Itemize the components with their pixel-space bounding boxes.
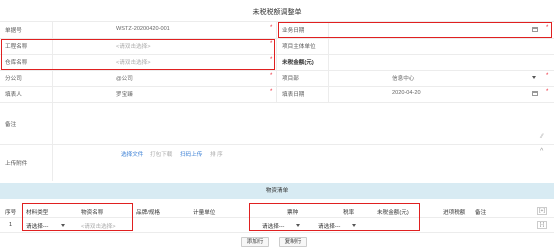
required-mark: * [270, 89, 273, 95]
warehouse-input[interactable]: <请双击选择> [116, 58, 151, 66]
attachment-label: 上传附件 [5, 161, 28, 167]
project-label: 工程名称 [5, 44, 28, 50]
divider [0, 86, 554, 87]
branch-label: 分公司 [5, 76, 22, 82]
required-mark: * [546, 89, 549, 95]
invoice-tax-header: 进项税额 [443, 210, 466, 216]
scan-upload-link[interactable]: 扫码上传 [180, 150, 202, 158]
chevron-down-icon[interactable] [61, 224, 65, 227]
business-date-label: 业务日期 [282, 28, 305, 34]
add-column-button[interactable]: [+] [537, 207, 547, 215]
chevron-down-icon[interactable] [296, 224, 300, 227]
brand-spec-header: 品牌/规格 [136, 210, 160, 216]
unit-header: 计量单位 [193, 210, 216, 216]
project-entity-label: 项目主体单位 [282, 44, 316, 50]
fill-date-label: 填表日期 [282, 92, 305, 98]
tax-rate-select[interactable]: 请选择--- [318, 222, 340, 230]
required-mark: * [270, 73, 273, 79]
form-title: 未税税额调整单 [252, 9, 302, 16]
material-name-input[interactable]: <请双击选择> [81, 222, 116, 230]
filler-value: 罗宝臻 [116, 92, 133, 98]
sort-link[interactable]: 排 序 [210, 150, 223, 158]
divider [0, 232, 554, 233]
warehouse-label: 仓库名称 [5, 60, 28, 66]
divider [0, 70, 554, 71]
collapse-icon[interactable]: ^ [540, 148, 543, 155]
remark-header: 备注 [475, 210, 487, 216]
materials-section-title: 物资清单 [0, 183, 554, 199]
required-mark: * [546, 73, 549, 79]
divider [276, 21, 277, 102]
package-download-link[interactable]: 打包下载 [150, 150, 172, 158]
filler-label: 填表人 [5, 92, 22, 98]
material-type-select[interactable]: 请选择--- [26, 222, 48, 230]
row-seq: 1 [9, 222, 13, 228]
copy-row-button[interactable]: 复制行 [279, 237, 307, 247]
seq-header: 序号 [5, 210, 17, 216]
calendar-icon[interactable] [532, 91, 538, 96]
doc-no-value: WSTZ-20200420-001 [116, 26, 170, 32]
project-input[interactable]: <请双击选择> [116, 42, 151, 50]
dept-label: 项目部 [282, 76, 299, 82]
fill-date-value: 2020-04-20 [392, 90, 421, 96]
divider [0, 144, 554, 145]
chevron-down-icon[interactable] [532, 76, 536, 79]
remark-label: 备注 [5, 122, 17, 128]
required-mark: * [270, 57, 273, 63]
dept-value: 信息中心 [392, 76, 415, 82]
highlight-box [278, 22, 552, 38]
select-file-link[interactable]: 选择文件 [121, 150, 143, 158]
remark-textarea[interactable] [54, 103, 550, 143]
resize-handle-icon[interactable]: ⁄⁄ [541, 134, 543, 140]
row-action-button[interactable]: [-] [537, 221, 547, 229]
untaxed-total-label: 未税金额(元) [282, 60, 314, 66]
required-mark: * [270, 25, 273, 31]
required-mark: * [546, 25, 549, 31]
branch-value: @公司 [116, 76, 133, 82]
calendar-icon[interactable] [532, 27, 538, 32]
tax-type-select[interactable]: 请选择--- [262, 222, 284, 230]
chevron-down-icon[interactable] [352, 224, 356, 227]
required-mark: * [270, 41, 273, 47]
add-row-button[interactable]: 添加行 [241, 237, 269, 247]
doc-no-label: 单据号 [5, 28, 22, 34]
